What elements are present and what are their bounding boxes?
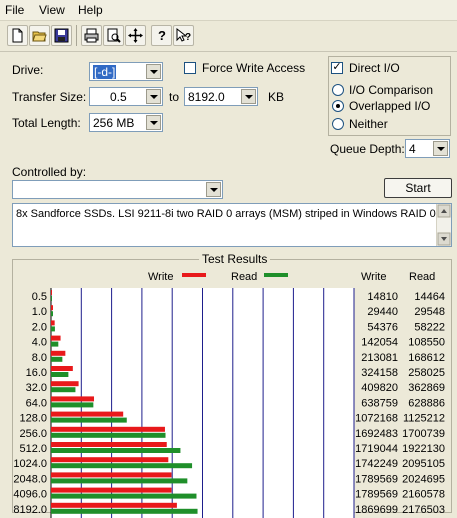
write-bar (51, 502, 177, 508)
read-column-header: Read (409, 271, 435, 283)
write-value-label: 1072168 (355, 413, 398, 425)
read-value-label: 362869 (408, 382, 445, 394)
read-value-label: 168612 (408, 352, 445, 364)
write-bar (51, 290, 52, 295)
transfer-size-tick-label: 1024.0 (13, 458, 47, 470)
read-bar (51, 478, 188, 484)
read-value-label: 1125212 (403, 413, 445, 425)
write-bar (51, 381, 79, 387)
write-value-label: 1742249 (355, 458, 398, 470)
read-bar (51, 372, 69, 377)
transfer-size-tick-label: 4.0 (32, 337, 47, 349)
read-bar (51, 326, 55, 332)
write-value-label: 14810 (367, 291, 398, 303)
transfer-size-tick-label: 16.0 (26, 367, 47, 379)
read-value-label: 2176503 (402, 504, 445, 516)
results-chart: Write Read Write Read 0.5 14810 14464 1.0 29… (13, 271, 445, 518)
transfer-size-tick-label: 2048.0 (13, 473, 47, 485)
write-value-label: 54376 (367, 321, 398, 333)
transfer-size-tick-label: 64.0 (26, 397, 47, 409)
read-value-label: 1922130 (402, 443, 445, 455)
read-value-label: 14464 (414, 291, 445, 303)
write-value-label: 324158 (361, 367, 398, 379)
read-value-label: 2024695 (402, 473, 445, 485)
write-bar (51, 487, 172, 493)
read-bar (51, 341, 59, 347)
read-bar (51, 356, 63, 362)
write-bar (51, 305, 53, 311)
transfer-size-tick-label: 512.0 (19, 443, 47, 455)
write-bar (51, 396, 95, 402)
read-value-label: 29548 (414, 306, 445, 318)
read-value-label: 628886 (408, 397, 445, 409)
read-value-label: 1700739 (402, 428, 445, 440)
write-bar (51, 350, 66, 356)
transfer-size-tick-label: 128.0 (19, 413, 47, 425)
read-bar (51, 387, 76, 393)
read-bar (51, 296, 52, 301)
write-bar (51, 472, 172, 478)
read-bar (51, 311, 53, 317)
write-bar (51, 442, 167, 447)
write-bar (51, 320, 55, 326)
read-value-label: 258025 (408, 367, 445, 379)
write-value-label: 409820 (361, 382, 398, 394)
write-bar (51, 411, 124, 417)
read-bar (51, 417, 127, 423)
write-legend-label: Write (148, 271, 173, 283)
transfer-size-tick-label: 8.0 (32, 352, 47, 364)
transfer-size-tick-label: 4096.0 (13, 489, 47, 501)
read-value-label: 58222 (414, 321, 445, 333)
read-bar (51, 493, 197, 499)
transfer-size-tick-label: 256.0 (19, 428, 47, 440)
transfer-size-tick-label: 2.0 (32, 321, 47, 333)
read-value-label: 2095105 (402, 458, 445, 470)
read-bar (51, 432, 166, 438)
write-value-label: 142054 (361, 337, 398, 349)
write-value-label: 1692483 (355, 428, 398, 440)
read-bar (51, 402, 94, 408)
transfer-size-tick-label: 8192.0 (13, 504, 47, 516)
write-bar (51, 457, 169, 463)
write-value-label: 1789569 (355, 473, 398, 485)
write-value-label: 1869699 (355, 504, 398, 516)
write-value-label: 213081 (361, 352, 398, 364)
transfer-size-tick-label: 32.0 (26, 382, 47, 394)
read-value-label: 2160578 (402, 489, 445, 501)
read-legend-swatch (264, 273, 288, 277)
read-bar (51, 508, 198, 514)
write-bar (51, 426, 165, 432)
read-bar (51, 448, 181, 453)
write-legend-swatch (182, 273, 206, 277)
transfer-size-tick-label: 1.0 (32, 306, 47, 318)
read-value-label: 108550 (408, 337, 445, 349)
write-value-label: 1719044 (355, 443, 398, 455)
write-column-header: Write (361, 271, 386, 283)
write-value-label: 1789569 (355, 489, 398, 501)
write-bar (51, 335, 61, 341)
read-bar (51, 463, 193, 469)
write-bar (51, 366, 73, 371)
read-legend-label: Read (231, 271, 257, 283)
transfer-size-tick-label: 0.5 (32, 291, 47, 303)
write-value-label: 29440 (367, 306, 398, 318)
write-value-label: 638759 (361, 397, 398, 409)
